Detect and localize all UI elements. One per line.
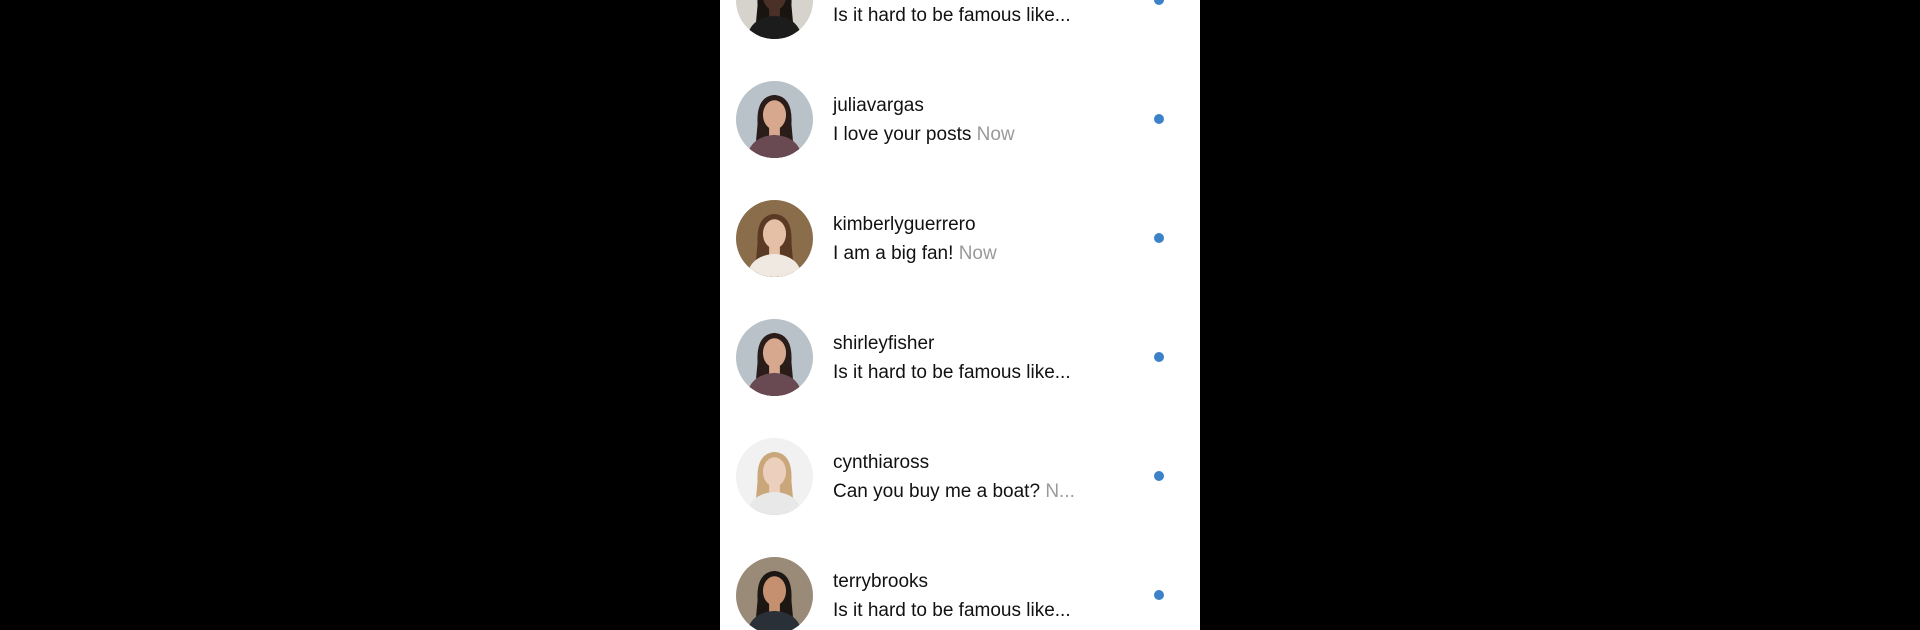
timestamp: N... [1045,481,1075,502]
avatar[interactable] [736,438,813,515]
avatar[interactable] [736,319,813,396]
conversation-text: shirleyfisher Is it hard to be famous li… [833,329,1123,387]
avatar[interactable] [736,81,813,158]
message-preview-line: I love your posts Now [833,120,1123,149]
conversation-text: juliavargas I love your posts Now [833,91,1123,149]
conversation-row[interactable]: cynthiaross Can you buy me a boat? N... [720,423,1200,542]
conversation-row[interactable]: kimberlyguerrero I am a big fan! Now [720,185,1200,304]
avatar[interactable] [736,557,813,630]
message-preview: I am a big fan! [833,243,954,264]
unread-dot-icon [1154,0,1164,5]
unread-dot-icon [1154,352,1164,362]
avatar[interactable] [736,0,813,39]
unread-dot-icon [1154,590,1164,600]
username: juliavargas [833,95,924,116]
conversation-row[interactable]: bettygray Is it hard to be famous like..… [720,0,1200,66]
avatar-photo-dark-woman [736,0,813,39]
conversation-row[interactable]: terrybrooks Is it hard to be famous like… [720,542,1200,630]
avatar-photo-man-smiling [736,557,813,630]
username: kimberlyguerrero [833,214,976,235]
message-preview-line: Can you buy me a boat? N... [833,477,1123,506]
timestamp: Now [958,243,997,264]
username: cynthiaross [833,452,930,473]
avatar-photo-woman-scarf [736,319,813,396]
unread-dot-icon [1154,471,1164,481]
username: shirleyfisher [833,333,935,354]
unread-dot-icon [1154,233,1164,243]
conversation-list[interactable]: bettygray Is it hard to be famous like..… [720,0,1200,630]
message-preview: Is it hard to be famous like... [833,600,1071,621]
timestamp: Now [976,124,1015,145]
unread-dot-icon [1154,114,1164,124]
avatar-photo-woman-brown-hair [736,200,813,277]
conversation-row[interactable]: juliavargas I love your posts Now [720,66,1200,185]
conversation-text: cynthiaross Can you buy me a boat? N... [833,448,1123,506]
avatar-photo-woman-white-hat [736,438,813,515]
avatar[interactable] [736,200,813,277]
message-preview: Is it hard to be famous like... [833,362,1071,383]
message-preview: Can you buy me a boat? [833,481,1041,502]
message-preview-line: Is it hard to be famous like... [833,596,1123,625]
message-preview: I love your posts [833,124,972,145]
conversation-row[interactable]: shirleyfisher Is it hard to be famous li… [720,304,1200,423]
message-preview-line: Is it hard to be famous like... [833,358,1123,387]
username: terrybrooks [833,571,929,592]
message-preview-line: Is it hard to be famous like... [833,1,1123,30]
avatar-photo-woman-scarf [736,81,813,158]
message-preview-line: I am a big fan! Now [833,239,1123,268]
messages-screen: bettygray Is it hard to be famous like..… [720,0,1200,630]
message-preview: Is it hard to be famous like... [833,5,1071,26]
conversation-text: terrybrooks Is it hard to be famous like… [833,567,1123,625]
conversation-text: kimberlyguerrero I am a big fan! Now [833,210,1123,268]
conversation-text: bettygray Is it hard to be famous like..… [833,0,1123,30]
